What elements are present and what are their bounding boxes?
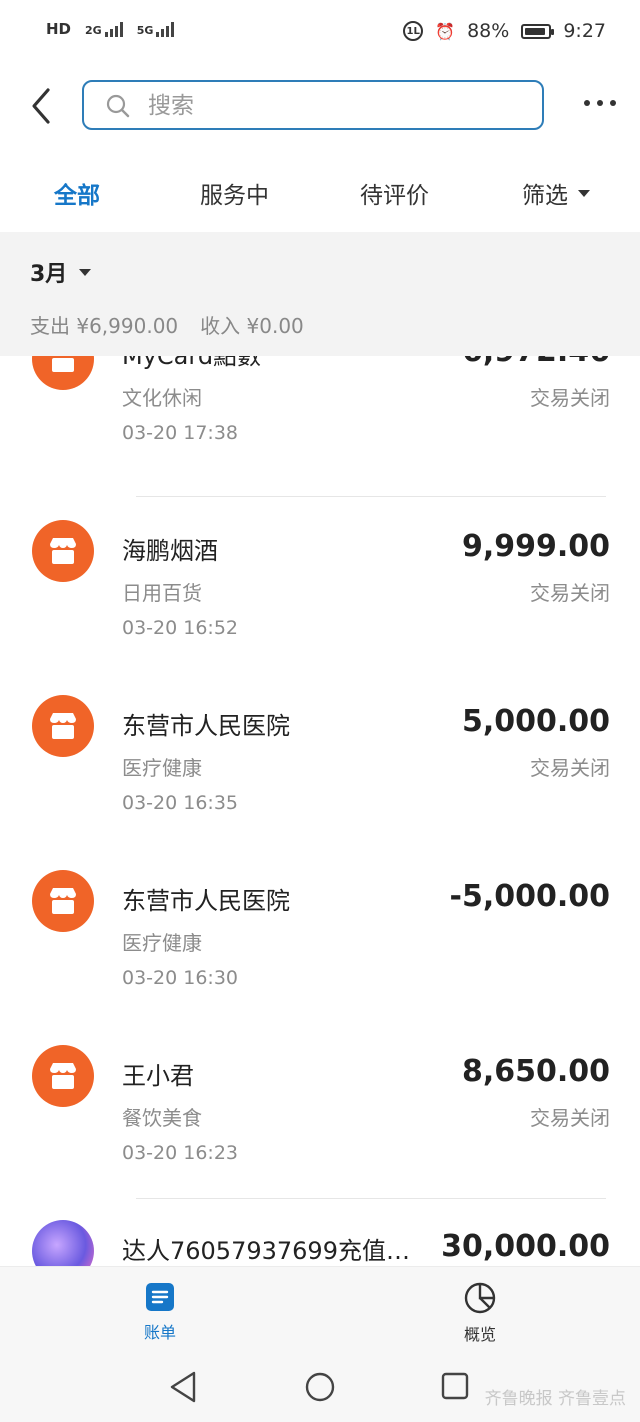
category: 餐饮美食 bbox=[122, 1106, 202, 1130]
back-button[interactable] bbox=[28, 86, 58, 126]
category: 医疗健康 bbox=[122, 756, 202, 780]
status: 交易关闭 bbox=[530, 581, 610, 605]
system-nav-bar: 齐鲁晚报 齐鲁壹点 bbox=[0, 1356, 640, 1422]
amount: 5,000.00 bbox=[461, 704, 610, 739]
transaction-item[interactable]: MyCard點數 6,972.46 文化休闲 交易关闭 03-20 17:38 bbox=[0, 356, 640, 511]
more-icon bbox=[584, 100, 590, 106]
status: 交易关闭 bbox=[530, 386, 610, 410]
transaction-item[interactable]: 东营市人民医院 -5,000.00 医疗健康 03-20 16:30 bbox=[0, 861, 640, 1036]
nav-bills[interactable]: 账单 bbox=[120, 1281, 200, 1343]
back-arrow-icon bbox=[32, 88, 50, 124]
timestamp: 03-20 16:23 bbox=[122, 1142, 239, 1164]
store-icon bbox=[32, 520, 94, 582]
bill-icon bbox=[146, 1283, 174, 1311]
signal-icon bbox=[104, 21, 123, 37]
timestamp: 03-20 16:52 bbox=[122, 617, 239, 639]
amount: -5,000.00 bbox=[449, 879, 611, 914]
filter-button[interactable]: 筛选 bbox=[522, 176, 590, 210]
month-label: 3月 bbox=[30, 262, 68, 287]
square-recents-icon bbox=[441, 1372, 469, 1400]
battery-icon bbox=[521, 23, 555, 39]
amount: 9,999.00 bbox=[461, 529, 610, 564]
store-icon bbox=[32, 1045, 94, 1107]
circle-home-icon bbox=[305, 1372, 335, 1402]
merchant-name: 海鹏烟酒 bbox=[122, 537, 218, 565]
timestamp: 03-20 16:30 bbox=[122, 967, 239, 989]
amount: 8,650.00 bbox=[461, 1054, 610, 1089]
status-bar: HD 2G 5G 1L ⏰ 88% 9:27 bbox=[0, 0, 640, 64]
clock: 9:27 bbox=[563, 20, 606, 42]
triangle-back-icon bbox=[170, 1371, 196, 1403]
month-summary: 3月 支出 ¥6,990.00 收入 ¥0.00 bbox=[0, 232, 640, 356]
signal-2g: 2G bbox=[85, 21, 123, 37]
status: 交易关闭 bbox=[530, 756, 610, 780]
dropdown-caret-icon bbox=[578, 189, 590, 197]
divider bbox=[136, 496, 606, 497]
bottom-nav: 账单 概览 bbox=[0, 1266, 640, 1357]
signal-5g: 5G bbox=[137, 21, 175, 37]
filter-label: 筛选 bbox=[522, 183, 568, 209]
tab-in-service[interactable]: 服务中 bbox=[200, 176, 269, 210]
store-icon bbox=[32, 695, 94, 757]
store-icon bbox=[32, 356, 94, 390]
divider bbox=[136, 1198, 606, 1199]
system-recents-button[interactable] bbox=[440, 1370, 470, 1408]
status: 交易关闭 bbox=[530, 1106, 610, 1130]
transaction-item[interactable]: 王小君 8,650.00 餐饮美食 交易关闭 03-20 16:23 bbox=[0, 1036, 640, 1211]
tab-to-review[interactable]: 待评价 bbox=[360, 176, 429, 210]
more-menu-button[interactable] bbox=[584, 100, 616, 106]
tab-all[interactable]: 全部 bbox=[54, 176, 100, 210]
search-input[interactable] bbox=[146, 88, 530, 124]
search-icon bbox=[106, 94, 130, 118]
user-avatar bbox=[32, 1220, 94, 1266]
amount: 30,000.00 bbox=[441, 1229, 610, 1264]
category: 日用百货 bbox=[122, 581, 202, 605]
hd-indicator: HD bbox=[46, 20, 72, 38]
category: 医疗健康 bbox=[122, 931, 202, 955]
merchant-name: 东营市人民医院 bbox=[122, 887, 290, 915]
transaction-item[interactable]: 海鹏烟酒 9,999.00 日用百货 交易关闭 03-20 16:52 bbox=[0, 511, 640, 686]
timestamp: 03-20 16:35 bbox=[122, 792, 239, 814]
battery-percent: 88% bbox=[467, 20, 510, 42]
merchant-name: 东营市人民医院 bbox=[122, 712, 290, 740]
transaction-item[interactable]: 达人76057937699充值… 30,000.00 bbox=[0, 1211, 640, 1266]
system-back-button[interactable] bbox=[168, 1370, 198, 1408]
pie-chart-icon bbox=[464, 1282, 496, 1314]
data-saver-icon: 1L bbox=[403, 21, 424, 41]
merchant-name: 王小君 bbox=[122, 1062, 194, 1090]
transaction-list[interactable]: MyCard點數 6,972.46 文化休闲 交易关闭 03-20 17:38 … bbox=[0, 356, 640, 1266]
system-home-button[interactable] bbox=[304, 1370, 336, 1408]
transaction-item[interactable]: 东营市人民医院 5,000.00 医疗健康 交易关闭 03-20 16:35 bbox=[0, 686, 640, 861]
category: 文化休闲 bbox=[122, 386, 202, 410]
tab-bar: 全部 服务中 待评价 筛选 bbox=[0, 154, 640, 232]
nav-overview[interactable]: 概览 bbox=[440, 1281, 520, 1345]
nav-bills-label: 账单 bbox=[143, 1323, 176, 1342]
merchant-name: 达人76057937699充值… bbox=[122, 1237, 410, 1265]
timestamp: 03-20 17:38 bbox=[122, 422, 239, 444]
expense-total: 支出 ¥6,990.00 bbox=[30, 314, 179, 338]
month-selector[interactable]: 3月 bbox=[30, 256, 92, 288]
amount: 6,972.46 bbox=[462, 356, 610, 369]
nav-overview-label: 概览 bbox=[463, 1325, 496, 1344]
chevron-down-icon bbox=[79, 268, 92, 276]
top-bar bbox=[0, 64, 640, 154]
merchant-name: MyCard點數 bbox=[122, 356, 262, 370]
store-icon bbox=[32, 870, 94, 932]
income-total: 收入 ¥0.00 bbox=[200, 314, 304, 338]
signal-icon bbox=[156, 21, 175, 37]
alarm-icon: ⏰ bbox=[435, 21, 456, 41]
search-box[interactable] bbox=[82, 80, 544, 130]
watermark: 齐鲁晚报 齐鲁壹点 bbox=[484, 1389, 626, 1409]
